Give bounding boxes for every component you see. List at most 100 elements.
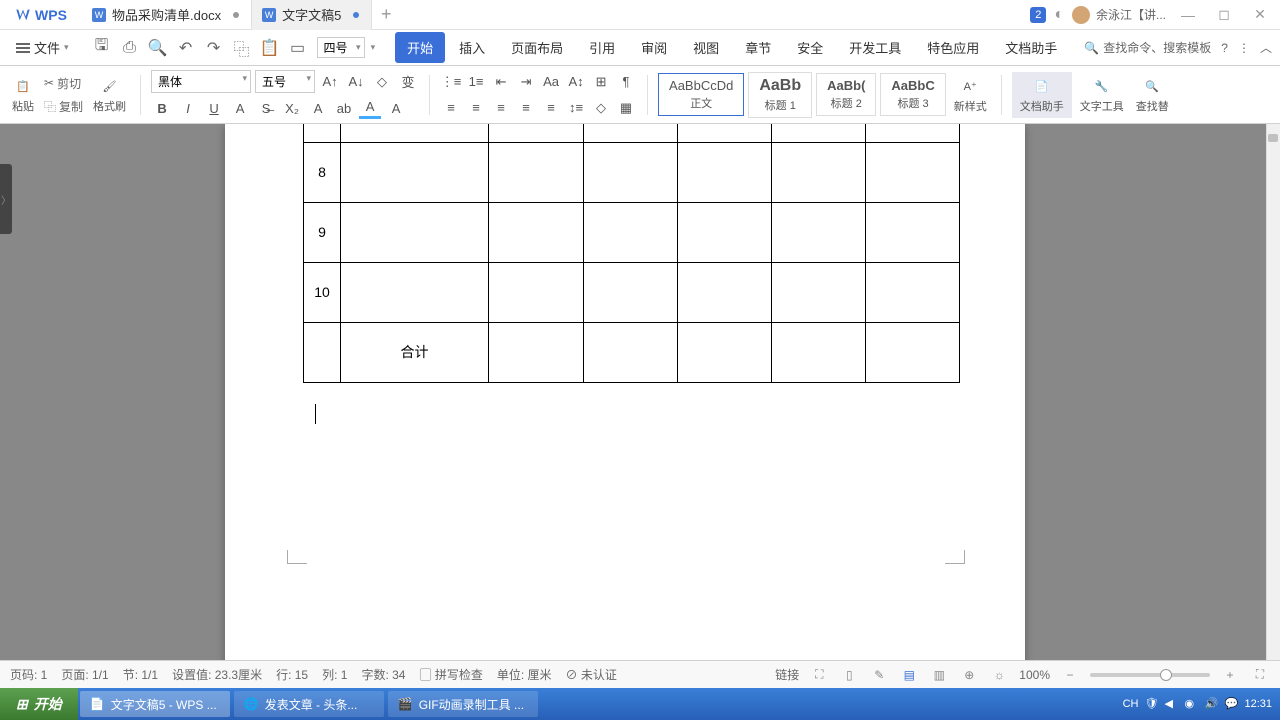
style-h1[interactable]: AaBb 标题 1 (748, 72, 812, 118)
system-tray[interactable]: CH 🛡 ◀ ◉ 🔊 💬 12:31 (1115, 697, 1280, 711)
text-tools-button[interactable]: 🔧 文字工具 (1076, 74, 1128, 116)
table-cell[interactable] (678, 262, 772, 322)
collapse-ribbon-icon[interactable]: ︿ (1260, 39, 1272, 56)
taskbar-item[interactable]: 🌐 发表文章 - 头条... (234, 691, 384, 717)
tab-review[interactable]: 审阅 (629, 32, 679, 63)
font-size-combo[interactable]: 五号 (255, 70, 315, 93)
table-cell[interactable] (772, 202, 866, 262)
table-cell[interactable]: 8 (304, 142, 341, 202)
fit-page-icon[interactable]: ⛶ (1250, 665, 1270, 685)
zoom-in-button[interactable]: + (1220, 665, 1240, 685)
cut-button[interactable]: ✂剪切 (42, 73, 85, 94)
edit-mode-icon[interactable]: ✎ (869, 665, 889, 685)
increase-indent-icon[interactable]: ⇥ (515, 71, 537, 93)
clock[interactable]: 12:31 (1244, 698, 1272, 710)
decrease-indent-icon[interactable]: ⇤ (490, 71, 512, 93)
status-cert[interactable]: ⊘ 未认证 (566, 666, 617, 683)
table-cell[interactable] (772, 322, 866, 382)
phonetic-icon[interactable]: 变 (397, 71, 419, 93)
status-spell[interactable]: ▢ 拼写检查 (420, 666, 483, 683)
side-panel-tab[interactable]: 〉 (0, 164, 12, 234)
tray-icon[interactable]: ◉ (1184, 697, 1198, 711)
file-menu[interactable]: 文件 ▾ (8, 34, 77, 61)
notification-badge[interactable]: 2 (1030, 7, 1046, 23)
cloud-icon[interactable]: ◐ (1054, 6, 1064, 24)
web-layout-icon[interactable]: ⊕ (959, 665, 979, 685)
style-body[interactable]: AaBbCcDd 正文 (658, 73, 744, 116)
table-cell[interactable]: 合计 (341, 322, 489, 382)
table-cell[interactable] (341, 124, 489, 142)
print-preview-icon[interactable]: 🔍 (147, 37, 169, 59)
char-border-button[interactable]: A (307, 97, 329, 119)
bold-button[interactable]: B (151, 97, 173, 119)
close-button[interactable]: ✕ (1246, 1, 1274, 29)
taskbar-item[interactable]: 🎬 GIF动画录制工具 ... (388, 691, 538, 717)
table-cell[interactable] (489, 322, 584, 382)
zoom-out-button[interactable]: − (1060, 665, 1080, 685)
lang-indicator[interactable]: CH (1123, 698, 1139, 710)
font-name-combo[interactable]: 黑体 (151, 70, 251, 93)
italic-button[interactable]: I (177, 97, 199, 119)
status-line[interactable]: 行: 15 (276, 666, 308, 683)
style-h3[interactable]: AaBbC 标题 3 (880, 73, 945, 116)
tray-icon[interactable]: 🛡 (1144, 697, 1158, 711)
table-cell[interactable] (678, 124, 772, 142)
borders-icon[interactable]: ▦ (615, 97, 637, 119)
copy-icon[interactable]: ⿻ (231, 37, 253, 59)
status-page-no[interactable]: 页码: 1 (10, 666, 47, 683)
table-cell[interactable] (866, 124, 960, 142)
shading-icon[interactable]: ◇ (590, 97, 612, 119)
start-button[interactable]: ⊞ 开始 (0, 688, 78, 720)
paste-button[interactable]: 📋 粘贴 (8, 74, 38, 116)
table-cell[interactable] (341, 262, 489, 322)
strikethrough-button[interactable]: S̶ (255, 97, 277, 119)
eye-care-icon[interactable]: ☼ (989, 665, 1009, 685)
tray-icon[interactable]: 💬 (1224, 697, 1238, 711)
help-icon[interactable]: ? (1221, 41, 1228, 55)
copy-button[interactable]: ⿻复制 (42, 96, 85, 117)
document-tab-1[interactable]: W 物品采购清单.docx (82, 0, 252, 30)
wps-logo[interactable]: WPS (0, 7, 82, 23)
taskbar-item[interactable]: 📄 文字文稿5 - WPS ... (80, 691, 230, 717)
status-col[interactable]: 列: 1 (322, 666, 347, 683)
style-h2[interactable]: AaBb( 标题 2 (816, 73, 876, 116)
increase-font-icon[interactable]: A↑ (319, 71, 341, 93)
change-case-icon[interactable]: Aa (540, 71, 562, 93)
scrollbar-thumb[interactable] (1268, 134, 1278, 142)
align-right-icon[interactable]: ≡ (490, 97, 512, 119)
tab-layout[interactable]: 页面布局 (499, 32, 575, 63)
tab-insert[interactable]: 插入 (447, 32, 497, 63)
table-cell[interactable] (584, 202, 678, 262)
table-cell[interactable] (304, 124, 341, 142)
font-color-button[interactable]: A (229, 97, 251, 119)
undo-icon[interactable]: ↶ (175, 37, 197, 59)
zoom-value[interactable]: 100% (1019, 668, 1050, 682)
outline-icon[interactable]: ▥ (929, 665, 949, 685)
underline-button[interactable]: U (203, 97, 225, 119)
status-position[interactable]: 设置值: 23.3厘米 (172, 666, 262, 683)
asian-layout-icon[interactable]: A↕ (565, 71, 587, 93)
new-style-button[interactable]: A⁺ 新样式 (950, 74, 991, 116)
tab-reference[interactable]: 引用 (577, 32, 627, 63)
table-cell[interactable] (489, 142, 584, 202)
table-cell[interactable] (678, 322, 772, 382)
align-center-icon[interactable]: ≡ (465, 97, 487, 119)
table-cell[interactable] (678, 202, 772, 262)
font-size-qat[interactable]: 四号 (317, 37, 365, 58)
tab-dev[interactable]: 开发工具 (837, 32, 913, 63)
table-cell[interactable] (866, 262, 960, 322)
status-section[interactable]: 节: 1/1 (123, 666, 158, 683)
status-link[interactable]: 链接 (775, 666, 799, 683)
table-cell[interactable] (584, 322, 678, 382)
search-box[interactable]: 🔍 查找命令、搜索模板 (1084, 39, 1211, 56)
print-layout-icon[interactable]: ▤ (899, 665, 919, 685)
table-cell[interactable] (489, 124, 584, 142)
tray-icon[interactable]: ◀ (1164, 697, 1178, 711)
read-mode-icon[interactable]: ▯ (839, 665, 859, 685)
decrease-font-icon[interactable]: A↓ (345, 71, 367, 93)
table-cell[interactable] (584, 262, 678, 322)
more-icon[interactable]: ⋮ (1238, 41, 1250, 55)
align-left-icon[interactable]: ≡ (440, 97, 462, 119)
paste-icon[interactable]: 📋 (259, 37, 281, 59)
table-cell[interactable] (304, 322, 341, 382)
